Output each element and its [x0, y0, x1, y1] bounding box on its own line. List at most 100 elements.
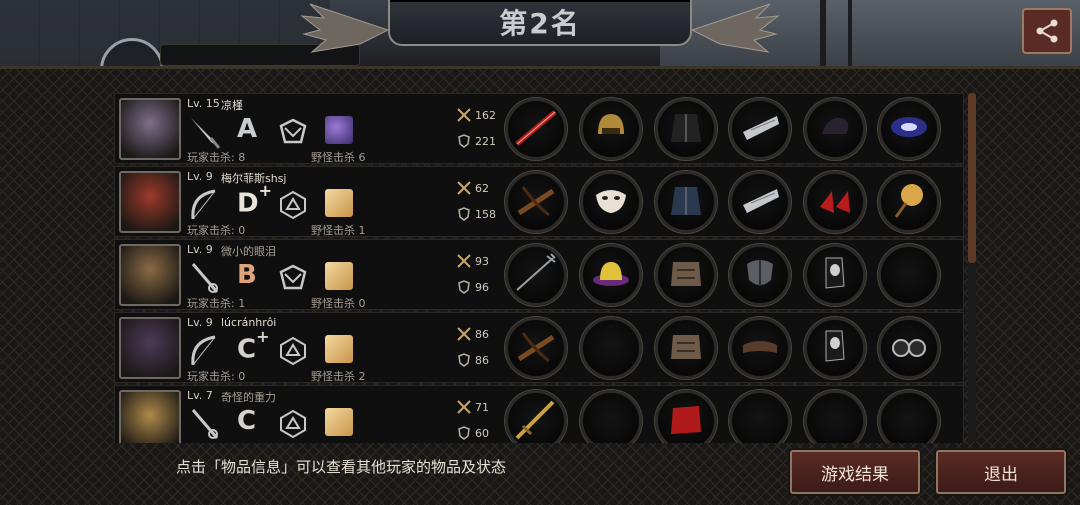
defense-stat: 158	[457, 207, 496, 221]
hex-class-icon	[277, 408, 309, 440]
crossbow-icon	[513, 323, 559, 373]
scrollbar-thumb[interactable]	[968, 93, 976, 263]
red-cloth-icon	[663, 396, 709, 443]
leather-armor-icon	[663, 250, 709, 300]
item-slot[interactable]	[580, 98, 642, 160]
knife-icon	[187, 114, 223, 150]
player-row[interactable]: Lv. 15 凉槿 A 玩家击杀: 8 野怪击杀 6 162 221	[114, 93, 964, 164]
item-slot[interactable]	[878, 317, 940, 379]
item-slot[interactable]	[655, 317, 717, 379]
red-spear-icon	[513, 104, 559, 154]
item-slot[interactable]	[804, 244, 866, 306]
player-level: Lv. 9	[187, 316, 213, 329]
shield-icon	[458, 353, 470, 367]
attack-stat: 162	[457, 108, 496, 122]
empty-item-slot[interactable]	[878, 244, 940, 306]
item-slot[interactable]	[878, 171, 940, 233]
player-level: Lv. 9	[187, 170, 213, 183]
left-wing-ornament	[300, 3, 390, 53]
gold-rattle-icon	[886, 177, 932, 227]
player-row[interactable]: Lv. 7 奇怪的重力 C 71 60	[114, 385, 964, 443]
player-grade: C	[237, 406, 257, 436]
results-panel: Lv. 15 凉槿 A 玩家击杀: 8 野怪击杀 6 162 221 Lv. 9 梅尔菲斯shs…	[0, 66, 1080, 505]
game-result-button[interactable]: 游戏结果	[790, 450, 920, 494]
item-slot[interactable]	[878, 98, 940, 160]
gold-scroll-icon	[325, 189, 353, 217]
silver-gauntlet-icon	[737, 104, 783, 154]
empty-item-slot[interactable]	[729, 390, 791, 443]
exit-button[interactable]: 退出	[936, 450, 1066, 494]
empty-item-slot[interactable]	[878, 390, 940, 443]
item-slot[interactable]	[804, 98, 866, 160]
player-level: Lv. 7	[187, 389, 213, 402]
empty-item-slot[interactable]	[580, 390, 642, 443]
item-slot[interactable]	[804, 171, 866, 233]
black-boots-icon	[812, 323, 858, 373]
defense-stat: 96	[457, 280, 489, 294]
empty-item-slot[interactable]	[804, 390, 866, 443]
crossbow-icon	[513, 177, 559, 227]
shield-icon	[458, 207, 470, 221]
item-slot[interactable]	[655, 244, 717, 306]
crossed-swords-icon	[457, 327, 471, 341]
player-kills: 玩家击杀: 0	[187, 370, 246, 383]
item-slot[interactable]	[505, 317, 567, 379]
empty-item-slot[interactable]	[580, 317, 642, 379]
crossed-swords-icon	[457, 400, 471, 414]
player-kills: 玩家击杀: 8	[187, 151, 246, 164]
right-wing-ornament	[690, 3, 780, 53]
player-portrait[interactable]	[119, 98, 181, 160]
player-level: Lv. 9	[187, 243, 213, 256]
item-slot[interactable]	[729, 171, 791, 233]
shield-icon	[458, 134, 470, 148]
crossed-swords-icon	[457, 108, 471, 122]
purple-hat-icon	[588, 250, 634, 300]
item-slot[interactable]	[729, 317, 791, 379]
trident-icon	[513, 250, 559, 300]
item-slot[interactable]	[655, 390, 717, 443]
player-portrait[interactable]	[119, 390, 181, 443]
bow-icon	[187, 333, 223, 369]
rank-banner: 第2名	[388, 0, 692, 46]
player-portrait[interactable]	[119, 171, 181, 233]
iron-shield-icon	[737, 250, 783, 300]
player-row[interactable]: Lv. 9 lúcránhrôi C+ 玩家击杀: 0 野怪击杀 2 86 86	[114, 312, 964, 383]
share-button[interactable]	[1022, 8, 1072, 54]
crossed-swords-icon	[457, 254, 471, 268]
player-grade: C+	[237, 327, 270, 365]
gold-sword-icon	[513, 396, 559, 443]
pole	[820, 0, 826, 68]
item-slot[interactable]	[655, 171, 717, 233]
red-heels-icon	[812, 177, 858, 227]
item-slot[interactable]	[729, 98, 791, 160]
player-row[interactable]: Lv. 9 梅尔菲斯shsj D+ 玩家击杀: 0 野怪击杀 1 62 158	[114, 166, 964, 237]
shield-icon	[458, 280, 470, 294]
monster-kills: 野怪击杀 1	[311, 224, 366, 237]
purple-beast-icon	[325, 116, 353, 144]
share-icon	[1036, 19, 1058, 43]
gold-helmet-icon	[588, 104, 634, 154]
silver-gauntlet-icon	[737, 177, 783, 227]
gold-scroll-icon	[325, 335, 353, 363]
monster-kills: 野怪击杀 0	[311, 297, 366, 310]
defense-stat: 221	[457, 134, 496, 148]
item-slot[interactable]	[580, 244, 642, 306]
player-name: 梅尔菲斯shsj	[221, 172, 287, 185]
player-row[interactable]: Lv. 9 微小的眼泪 B 玩家击杀: 1 野怪击杀 0 93 96	[114, 239, 964, 310]
item-slot[interactable]	[655, 98, 717, 160]
item-slot[interactable]	[804, 317, 866, 379]
item-slot[interactable]	[505, 390, 567, 443]
item-slot[interactable]	[580, 171, 642, 233]
player-list[interactable]: Lv. 15 凉槿 A 玩家击杀: 8 野怪击杀 6 162 221 Lv. 9 梅尔菲斯shs…	[114, 93, 964, 443]
shield-icon	[458, 426, 470, 440]
item-slot[interactable]	[505, 171, 567, 233]
attack-stat: 71	[457, 400, 489, 414]
attack-stat: 93	[457, 254, 489, 268]
player-grade: B	[237, 260, 257, 290]
player-portrait[interactable]	[119, 244, 181, 306]
item-slot[interactable]	[505, 98, 567, 160]
item-slot[interactable]	[729, 244, 791, 306]
player-name: 奇怪的重力	[221, 391, 276, 404]
player-portrait[interactable]	[119, 317, 181, 379]
item-slot[interactable]	[505, 244, 567, 306]
